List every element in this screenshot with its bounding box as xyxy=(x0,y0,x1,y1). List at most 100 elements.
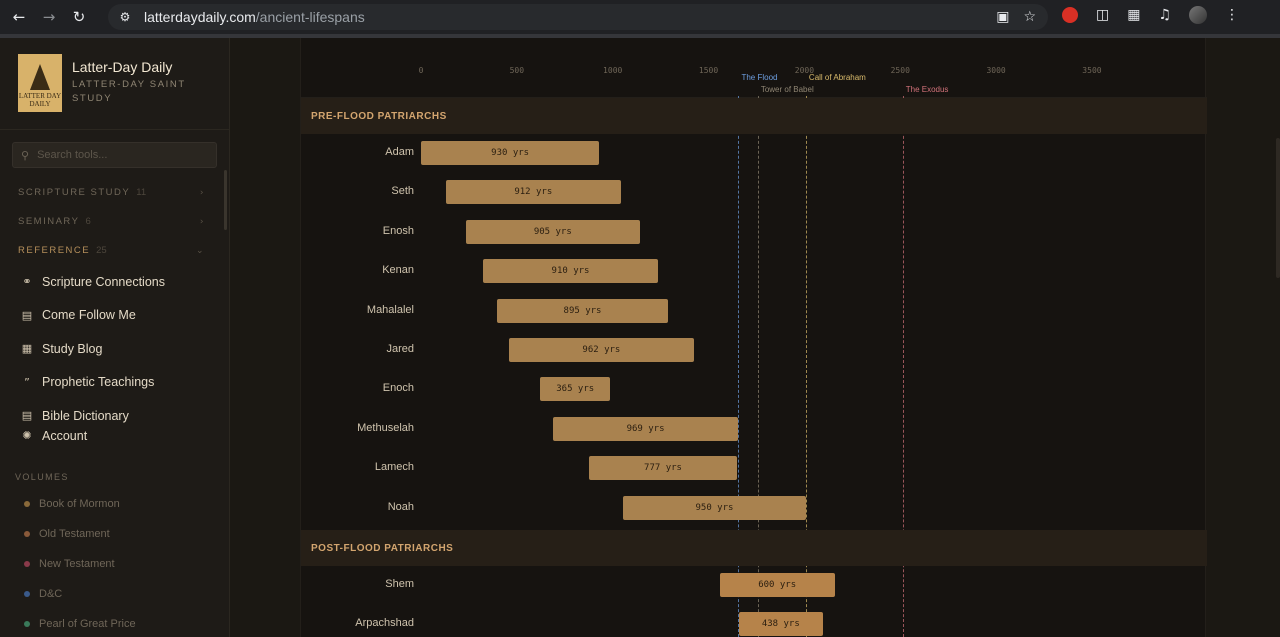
nav-scripture-connections[interactable]: ⚭ Scripture Connections xyxy=(0,265,229,299)
lifespan-bar-label: 438 yrs xyxy=(761,619,800,630)
page-scrollbar[interactable] xyxy=(1276,138,1280,278)
patriarch-name: Enosh xyxy=(382,224,414,237)
event-label: The Flood xyxy=(741,73,778,82)
lifespan-bar-label: 895 yrs xyxy=(563,305,602,316)
x-tick-label: 1000 xyxy=(603,66,623,75)
extension-icon[interactable] xyxy=(1062,7,1078,23)
lifespan-bar[interactable]: 777 yrs xyxy=(588,456,738,481)
quote-icon: ” xyxy=(24,375,30,389)
bookmark-star-icon[interactable]: ☆ xyxy=(1023,9,1036,25)
lifespan-bar[interactable]: 950 yrs xyxy=(623,495,806,520)
back-icon[interactable]: ← xyxy=(8,6,30,28)
logo: LATTER DAY DAILY xyxy=(18,54,62,112)
lifespan-bar[interactable]: 365 yrs xyxy=(540,377,611,402)
site-settings-icon[interactable]: ⚙ xyxy=(116,8,134,26)
nav-prophetic-teachings[interactable]: ” Prophetic Teachings xyxy=(0,366,229,400)
lifespan-chart: 0 500 1000 1500 2000 2500 3000 3500 The Flood To… xyxy=(300,38,1207,637)
section-reference[interactable]: Reference 25 ⌄ xyxy=(0,236,229,265)
extensions-puzzle-icon[interactable]: ◫ xyxy=(1096,7,1109,23)
x-tick-label: 0 xyxy=(418,66,424,75)
lifespan-bar-label: 777 yrs xyxy=(644,463,682,474)
section-seminary[interactable]: Seminary 6 › xyxy=(0,207,229,236)
link-icon: ⚭ xyxy=(22,275,32,289)
section-scripture-study[interactable]: Scripture Study 11 › xyxy=(0,178,229,207)
lifespan-bar-label: 962 yrs xyxy=(582,345,621,355)
url-text[interactable]: latterdaydaily.com/ancient-lifespans xyxy=(144,9,365,25)
volume-dot xyxy=(24,620,30,627)
patriarch-name: Seth xyxy=(391,185,414,198)
lifespan-bar-label: 912 yrs xyxy=(514,187,553,198)
lifespan-bar[interactable]: 930 yrs xyxy=(421,141,600,165)
lifespan-bar[interactable]: 895 yrs xyxy=(496,298,669,323)
chevron-down-icon: ⌄ xyxy=(195,245,205,256)
group-heading: PRE-FLOOD PATRIARCHS xyxy=(301,98,1207,134)
patriarch-name: Arpachshad xyxy=(355,617,414,630)
address-bar[interactable]: ⚙ latterdaydaily.com/ancient-lifespans ▣… xyxy=(108,4,1048,30)
main-content: 0 500 1000 1500 2000 2500 3000 3500 The Flood To… xyxy=(230,38,1280,637)
lifespan-bar[interactable]: 905 yrs xyxy=(466,219,640,244)
lifespan-bar[interactable]: 912 yrs xyxy=(445,180,621,205)
volume-dc[interactable]: D&C xyxy=(0,579,229,609)
menu-kebab-icon[interactable]: ⋮ xyxy=(1225,7,1239,23)
group-heading: POST-FLOOD PATRIARCHS xyxy=(301,530,1207,566)
sidebar-scrollbar[interactable] xyxy=(224,170,227,230)
search-icon: ⚲ xyxy=(21,148,30,162)
forward-icon[interactable]: → xyxy=(38,6,60,28)
brand-title: Latter-Day Daily xyxy=(71,59,173,75)
gear-icon: ✺ xyxy=(22,429,32,442)
volume-pearl-of-great-price[interactable]: Pearl of Great Price xyxy=(0,609,229,637)
patriarch-name: Adam xyxy=(385,146,414,158)
x-tick-label: 2500 xyxy=(890,66,910,75)
nav-account[interactable]: ✺ Account xyxy=(0,425,229,447)
nav-study-blog[interactable]: ▦ Study Blog xyxy=(0,332,229,366)
lifespan-bar-label: 930 yrs xyxy=(491,148,530,158)
lifespan-bar-label: 969 yrs xyxy=(626,423,665,434)
patriarch-name: Jared xyxy=(386,343,414,355)
volume-old-testament[interactable]: Old Testament xyxy=(0,519,229,549)
volume-dot xyxy=(24,590,30,597)
browser-toolbar: ← → ↻ ⚙ latterdaydaily.com/ancient-lifes… xyxy=(0,0,1280,34)
lifespan-bar-label: 365 yrs xyxy=(556,384,595,395)
install-app-icon[interactable]: ▣ xyxy=(996,9,1009,25)
x-tick-label: 3000 xyxy=(986,66,1006,75)
patriarch-name: Mahalalel xyxy=(366,303,414,316)
volumes-heading: Volumes xyxy=(15,471,69,482)
x-tick-label: 3500 xyxy=(1082,66,1102,75)
lifespan-bar-label: 600 yrs xyxy=(758,580,797,590)
volume-dot xyxy=(24,560,30,567)
patriarch-name: Enoch xyxy=(382,382,414,395)
search-input[interactable] xyxy=(37,149,198,161)
book-icon: ▤ xyxy=(21,409,33,423)
volume-dot xyxy=(24,501,30,508)
chevron-right-icon: › xyxy=(199,187,205,198)
search-tab-icon[interactable]: ▦ xyxy=(1127,7,1140,23)
volume-book-of-mormon[interactable]: Book of Mormon xyxy=(0,490,229,520)
event-label: Tower of Babel xyxy=(760,85,814,94)
lifespan-bar-label: 950 yrs xyxy=(695,502,734,513)
lifespan-bar[interactable]: 438 yrs xyxy=(738,612,823,637)
logo-text: LATTER DAY DAILY xyxy=(18,92,62,108)
patriarch-name: Lamech xyxy=(374,461,414,474)
lifespan-bar[interactable]: 600 yrs xyxy=(719,573,835,597)
lifespan-bar[interactable]: 910 yrs xyxy=(483,259,658,284)
x-tick-label: 500 xyxy=(509,66,525,75)
brand[interactable]: LATTER DAY DAILY Latter-Day Daily Latter… xyxy=(0,38,229,130)
lifespan-bar-label: 905 yrs xyxy=(533,226,572,237)
search-box[interactable]: ⚲ xyxy=(12,142,217,168)
steeple-icon xyxy=(29,64,50,90)
lifespan-bar[interactable]: 962 yrs xyxy=(509,338,694,362)
sidebar: LATTER DAY DAILY Latter-Day Daily Latter… xyxy=(0,38,230,637)
volume-dot xyxy=(24,531,30,538)
patriarch-name: Noah xyxy=(387,500,414,513)
patriarch-name: Shem xyxy=(385,578,414,590)
nav-come-follow-me[interactable]: ▤ Come Follow Me xyxy=(0,299,229,333)
event-label: Call of Abraham xyxy=(808,73,866,82)
reload-icon[interactable]: ↻ xyxy=(68,6,90,28)
profile-avatar[interactable] xyxy=(1189,6,1208,24)
lifespan-bar-label: 910 yrs xyxy=(551,266,590,277)
volume-new-testament[interactable]: New Testament xyxy=(0,549,229,579)
patriarch-name: Kenan xyxy=(382,264,414,277)
lifespan-bar[interactable]: 969 yrs xyxy=(552,416,739,441)
timeline-axis: 0 500 1000 1500 2000 2500 3000 3500 xyxy=(301,38,1207,98)
media-queue-icon[interactable]: ♫ xyxy=(1158,7,1171,23)
